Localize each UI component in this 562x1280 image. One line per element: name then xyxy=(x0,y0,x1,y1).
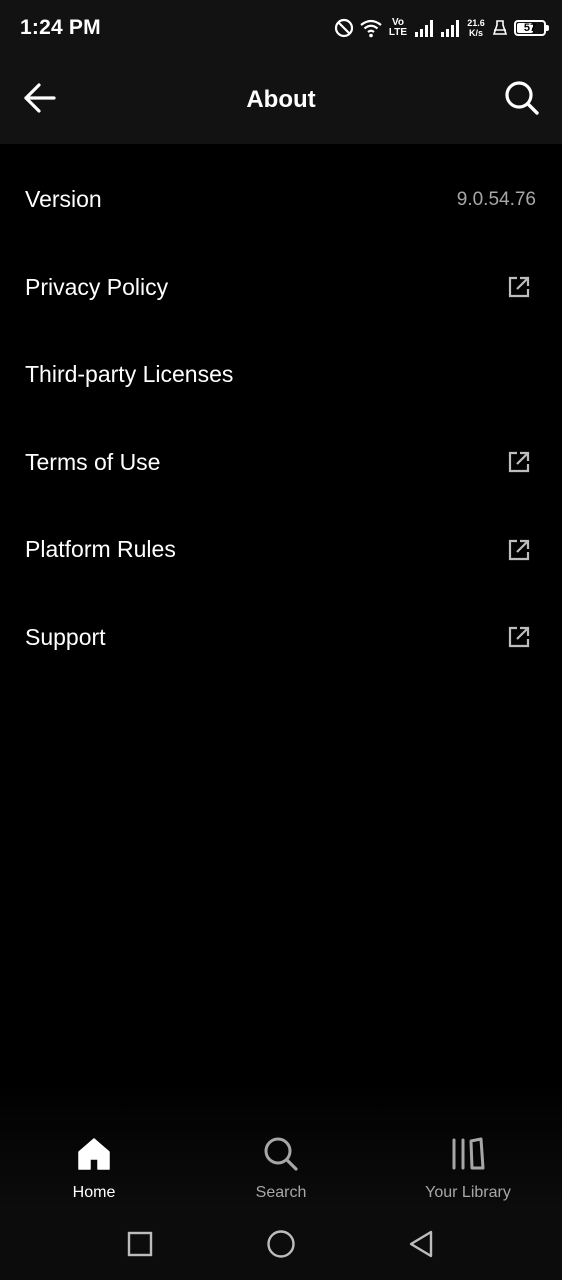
list-item-privacy-policy[interactable]: Privacy Policy xyxy=(0,244,562,332)
page-title: About xyxy=(246,86,316,113)
recents-button[interactable] xyxy=(120,1226,160,1266)
library-icon xyxy=(451,1134,485,1174)
search-icon xyxy=(263,1134,299,1174)
external-link-icon xyxy=(506,624,532,650)
about-list: Version 9.0.54.76 Privacy Policy Third-p… xyxy=(0,156,562,681)
net-speed-icon: 21.6 K/s xyxy=(466,18,486,38)
list-item-terms-of-use[interactable]: Terms of Use xyxy=(0,419,562,507)
nav-item-home[interactable]: Home xyxy=(14,1134,174,1202)
recents-square-icon xyxy=(127,1231,153,1262)
nav-item-your-library[interactable]: Your Library xyxy=(388,1134,548,1202)
net-speed-value: 21.6 xyxy=(467,18,485,28)
version-value: 9.0.54.76 xyxy=(456,188,536,210)
system-nav-bar xyxy=(0,1212,562,1280)
volte-bottom: LTE xyxy=(388,27,408,38)
back-system-button[interactable] xyxy=(401,1226,441,1266)
wifi-icon xyxy=(360,18,382,38)
list-item-third-party-licenses[interactable]: Third-party Licenses xyxy=(0,331,562,419)
do-not-disturb-icon xyxy=(334,18,354,38)
home-system-button[interactable] xyxy=(261,1226,301,1266)
search-button[interactable] xyxy=(502,80,542,120)
status-bar: 1:24 PM Vo LTE 21.6 K/s 57 xyxy=(0,0,562,56)
vibrate-icon xyxy=(492,19,508,37)
back-triangle-icon xyxy=(408,1230,434,1263)
list-item-label: Terms of Use xyxy=(25,448,161,475)
nav-label-your-library: Your Library xyxy=(425,1184,511,1201)
net-speed-unit: K/s xyxy=(468,28,483,38)
status-icons: Vo LTE 21.6 K/s 57 xyxy=(334,14,549,42)
signal-icon xyxy=(440,19,460,37)
list-item-version[interactable]: Version 9.0.54.76 xyxy=(0,156,562,244)
home-circle-icon xyxy=(266,1229,296,1264)
external-link-icon xyxy=(506,274,532,300)
external-link-icon xyxy=(506,537,532,563)
search-icon xyxy=(504,80,540,121)
signal-icon xyxy=(414,19,434,37)
list-item-label: Version xyxy=(25,186,102,213)
list-item-support[interactable]: Support xyxy=(0,594,562,682)
battery-level: 57 xyxy=(523,22,537,34)
list-item-label: Support xyxy=(25,623,106,650)
nav-item-search[interactable]: Search xyxy=(201,1134,361,1202)
battery-icon: 57 xyxy=(514,20,549,36)
list-item-label: Third-party Licenses xyxy=(25,361,234,388)
bottom-nav: Home Search Your Library xyxy=(0,1080,562,1212)
app-header: About xyxy=(0,56,562,144)
list-item-platform-rules[interactable]: Platform Rules xyxy=(0,506,562,594)
external-link-icon xyxy=(506,449,532,475)
volte-icon: Vo LTE xyxy=(388,18,408,38)
home-icon xyxy=(77,1134,111,1174)
list-item-label: Privacy Policy xyxy=(25,273,169,300)
list-item-label: Platform Rules xyxy=(25,536,176,563)
nav-label-home: Home xyxy=(72,1184,116,1201)
nav-label-search: Search xyxy=(255,1184,307,1201)
status-time: 1:24 PM xyxy=(20,16,101,39)
